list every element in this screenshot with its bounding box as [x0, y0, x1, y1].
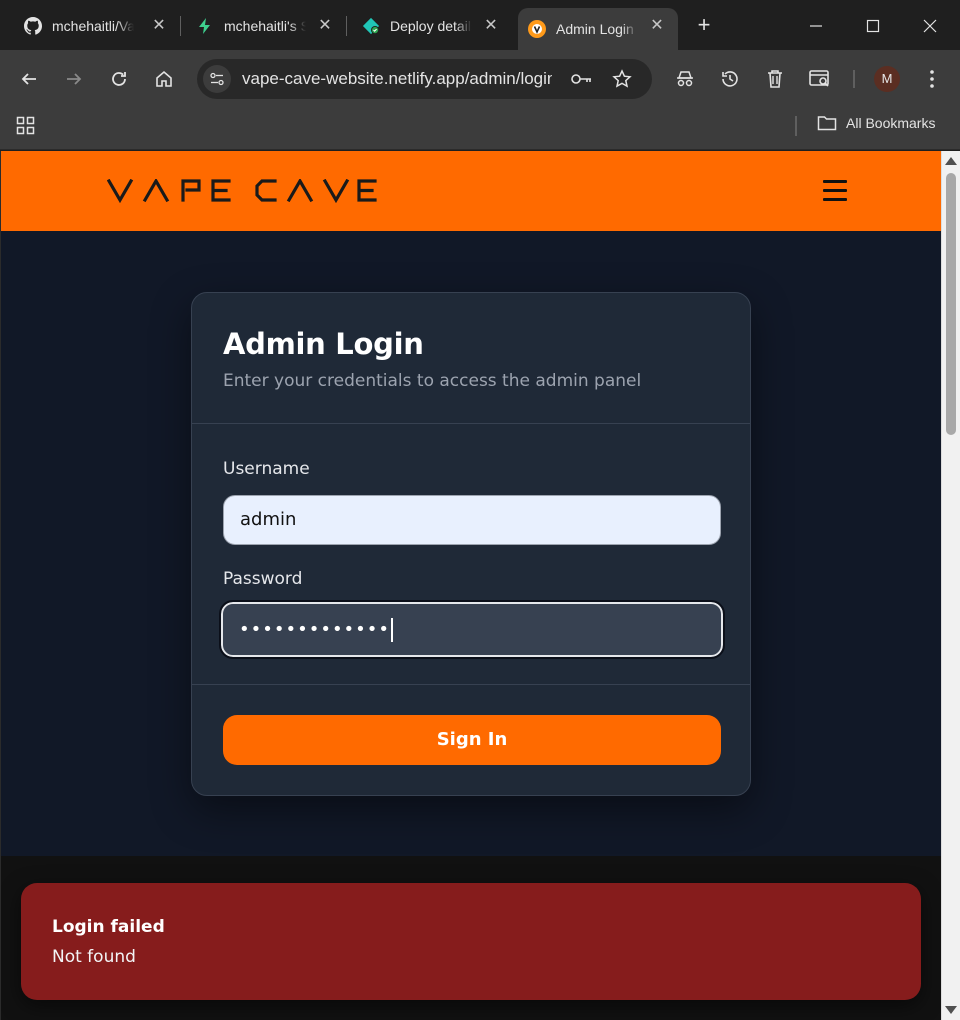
password-label: Password	[223, 569, 303, 589]
home-icon[interactable]	[150, 65, 178, 93]
page-scrollbar[interactable]	[941, 151, 960, 1020]
tab-title: mchehaitli/Vape-Cave	[52, 18, 134, 34]
window-close-icon[interactable]	[916, 12, 944, 40]
close-icon[interactable]: ✕	[482, 17, 500, 35]
tab-divider	[180, 16, 181, 36]
minimize-icon[interactable]	[802, 12, 830, 40]
trash-icon[interactable]	[761, 65, 789, 93]
github-icon	[24, 17, 42, 35]
vape-cave-favicon	[528, 20, 546, 38]
history-icon[interactable]	[716, 65, 744, 93]
close-icon[interactable]: ✕	[316, 17, 334, 35]
site-header	[1, 151, 941, 231]
reload-icon[interactable]	[105, 65, 133, 93]
tab-title: Deploy details	[390, 18, 472, 34]
supabase-icon	[196, 17, 214, 35]
address-bar[interactable]: vape-cave-website.netlify.app/admin/logi…	[197, 59, 652, 99]
scroll-down-icon[interactable]	[945, 1006, 957, 1014]
bookmarks-divider	[795, 116, 797, 136]
login-card: Admin Login Enter your credentials to ac…	[191, 292, 751, 796]
login-card-header: Admin Login Enter your credentials to ac…	[192, 293, 750, 424]
tab-title: Admin Login	[556, 21, 634, 37]
tab-netlify[interactable]: Deploy details ✕	[352, 8, 512, 44]
site-logo[interactable]	[106, 177, 377, 208]
browser-toolbar: vape-cave-website.netlify.app/admin/logi…	[0, 50, 960, 108]
password-key-icon[interactable]	[570, 67, 594, 91]
apps-grid-icon[interactable]	[16, 116, 36, 136]
tab-supabase[interactable]: mchehaitli's Supabase ✕	[186, 8, 346, 44]
forward-icon[interactable]	[60, 65, 88, 93]
sign-in-button[interactable]: Sign In	[223, 715, 721, 765]
tab-title: mchehaitli's Supabase	[224, 18, 306, 34]
error-toast[interactable]: Login failed Not found	[21, 883, 921, 1000]
toast-title: Login failed	[52, 917, 165, 937]
all-bookmarks-button[interactable]: All Bookmarks	[817, 115, 935, 131]
tab-github[interactable]: mchehaitli/Vape-Cave ✕	[14, 8, 180, 44]
toast-message: Not found	[52, 947, 136, 967]
password-value: •••••••••••••	[239, 619, 391, 640]
url-text[interactable]: vape-cave-website.netlify.app/admin/logi…	[242, 69, 552, 89]
login-subtitle: Enter your credentials to access the adm…	[223, 371, 642, 391]
maximize-icon[interactable]	[859, 12, 887, 40]
tab-strip: mchehaitli/Vape-Cave ✕ mchehaitli's Supa…	[0, 0, 960, 50]
menu-kebab-icon[interactable]	[918, 65, 946, 93]
page-title: Admin Login	[223, 327, 424, 361]
toolbar-divider	[853, 70, 855, 88]
tab-search-icon[interactable]	[806, 65, 834, 93]
netlify-icon	[362, 17, 380, 35]
tab-divider	[346, 16, 347, 36]
username-input[interactable]: admin	[223, 495, 721, 545]
hamburger-menu-icon[interactable]	[823, 180, 847, 202]
profile-avatar[interactable]: M	[874, 66, 900, 92]
close-icon[interactable]: ✕	[648, 17, 666, 35]
text-caret	[391, 618, 394, 642]
username-label: Username	[223, 459, 310, 479]
site-info-icon[interactable]	[203, 65, 231, 93]
password-input[interactable]: •••••••••••••	[219, 600, 725, 659]
close-icon[interactable]: ✕	[150, 17, 168, 35]
back-icon[interactable]	[15, 65, 43, 93]
all-bookmarks-label: All Bookmarks	[846, 115, 936, 131]
page-viewport: Admin Login Enter your credentials to ac…	[0, 151, 941, 1020]
bookmarks-bar: All Bookmarks	[0, 108, 960, 150]
card-divider	[192, 684, 750, 685]
scroll-thumb[interactable]	[946, 173, 956, 435]
scroll-up-icon[interactable]	[945, 157, 957, 165]
new-tab-button[interactable]: +	[692, 14, 716, 38]
folder-icon	[817, 116, 837, 131]
bookmark-star-icon[interactable]	[610, 67, 634, 91]
incognito-icon[interactable]	[671, 65, 699, 93]
tab-admin-login[interactable]: Admin Login ✕	[518, 8, 678, 50]
